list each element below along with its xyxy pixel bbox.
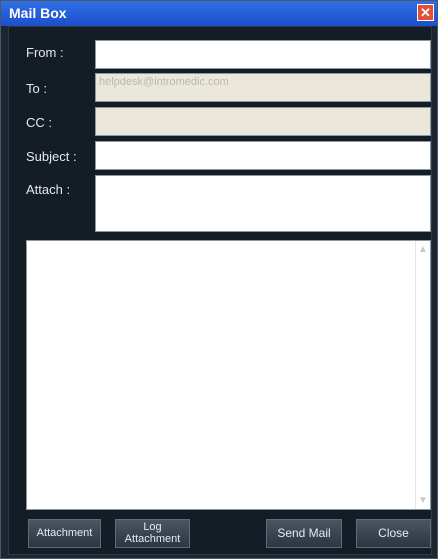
attachment-button[interactable]: Attachment [28,519,101,548]
to-field[interactable]: helpdesk@intromedic.com [95,73,431,102]
log-attachment-label-line1: Log [143,521,162,533]
close-icon[interactable]: ✕ [417,4,434,21]
to-label: To : [26,81,47,96]
window-title: Mail Box [9,5,67,21]
vertical-scrollbar[interactable]: ▲ ▼ [415,241,430,509]
subject-label: Subject : [26,149,77,164]
attach-label: Attach : [26,182,71,197]
scroll-down-icon[interactable]: ▼ [418,495,428,506]
log-attachment-button[interactable]: Log Attachment [115,519,190,548]
close-button[interactable]: Close [356,519,431,548]
subject-field[interactable] [95,141,431,170]
from-field[interactable] [95,40,431,69]
attach-field[interactable] [95,175,431,232]
send-mail-label: Send Mail [277,526,331,540]
scroll-up-icon[interactable]: ▲ [418,244,428,255]
close-label: Close [378,526,409,540]
attachment-button-label: Attachment [36,527,93,539]
mail-box-window: Mail Box ✕ From : To : helpdesk@intromed… [0,0,438,559]
cc-field[interactable] [95,107,431,136]
send-mail-button[interactable]: Send Mail [266,519,342,548]
message-body[interactable]: ▲ ▼ [26,240,431,510]
log-attachment-label-line2: Attachment [124,533,181,545]
from-label: From : [26,45,64,60]
title-bar[interactable]: Mail Box ✕ [1,1,437,26]
cc-label: CC : [26,115,52,130]
